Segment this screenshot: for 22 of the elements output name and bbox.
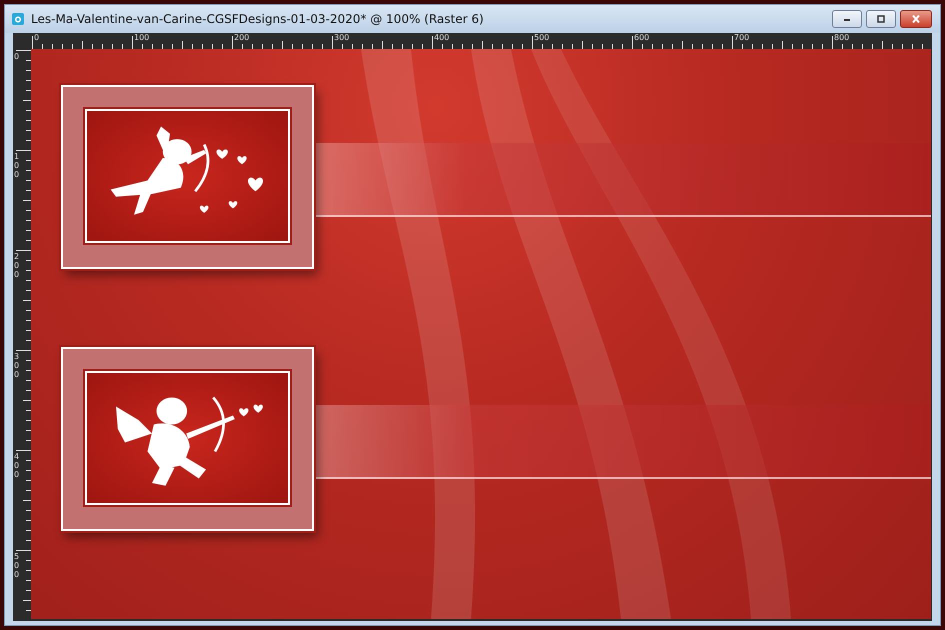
ruler-label: 500 — [534, 33, 550, 42]
ruler-label: 0 — [34, 33, 40, 42]
window-title: Les-Ma-Valentine-van-Carine-CGSFDesigns-01-03-2020* @ 100% (Raster 6) — [31, 12, 484, 26]
ruler-label: 400 — [14, 452, 20, 479]
ruler-label: 800 — [834, 33, 850, 42]
ruler-label: 300 — [334, 33, 350, 42]
maximize-icon — [875, 15, 887, 23]
ruler-label: 100 — [134, 33, 150, 42]
ruler-label: 0 — [14, 52, 20, 61]
ruler-label: 500 — [14, 552, 20, 579]
close-icon — [910, 15, 922, 23]
ruler-label: 300 — [14, 352, 20, 379]
ruler-label: 200 — [14, 252, 20, 279]
maximize-button[interactable] — [866, 10, 896, 28]
ruler-label: 200 — [234, 33, 250, 42]
ruler-label: 400 — [434, 33, 450, 42]
camera-icon — [11, 12, 25, 26]
ruler-label: 600 — [634, 33, 650, 42]
ruler-label: 100 — [14, 152, 20, 179]
close-button[interactable] — [900, 10, 932, 28]
minimize-button[interactable] — [832, 10, 862, 28]
ruler-label: 700 — [734, 33, 750, 42]
